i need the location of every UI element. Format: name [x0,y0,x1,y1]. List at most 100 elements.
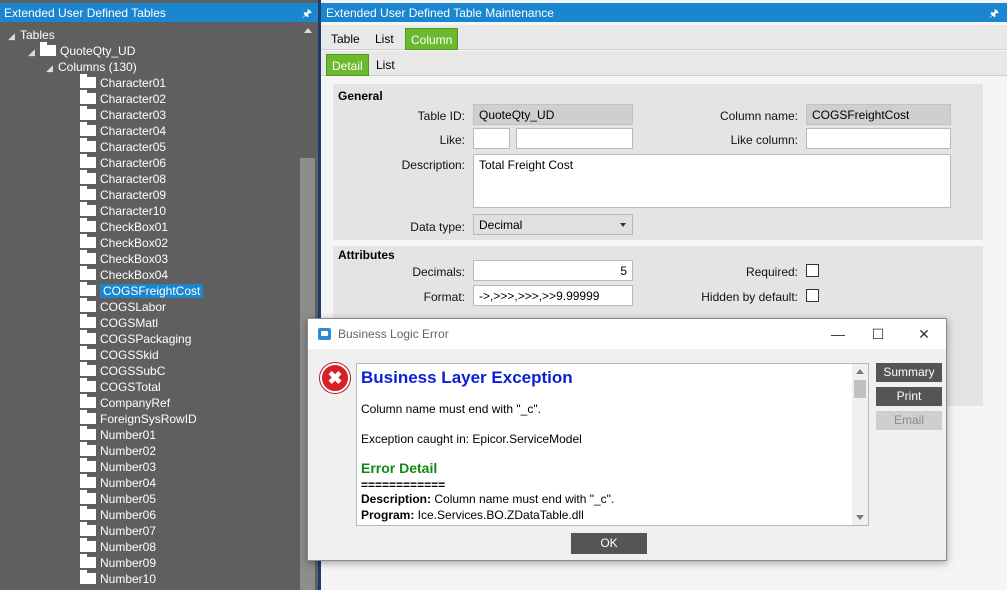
tree-item-column[interactable]: COGSTotal [80,378,161,395]
folder-icon [80,522,96,536]
tree-item-column[interactable]: Character05 [80,138,166,155]
tree-item-column[interactable]: Number03 [80,458,157,475]
tree-item-column[interactable]: Number09 [80,554,156,571]
error-program-label: Program: [361,508,415,522]
tree-item-label: Number03 [100,460,157,474]
table-id-field[interactable]: QuoteQty_UD [473,104,633,125]
tree-item-column[interactable]: CheckBox04 [80,266,168,283]
folder-icon [80,442,96,456]
tree-item-label: COGSLabor [100,300,167,314]
tab-list[interactable]: List [370,28,399,50]
tree-item-column[interactable]: Number10 [80,570,157,587]
tables-tree[interactable]: ◢ Tables ◢ QuoteQty_UD ◢ Columns (130) Charact… [0,22,318,590]
tree-item-column[interactable]: Number08 [80,538,157,555]
tree-item-label: Number04 [100,476,157,490]
email-button[interactable]: Email [876,411,942,430]
tree-item-label: Character09 [100,188,167,202]
ok-button[interactable]: OK [571,533,647,554]
exception-message: Column name must end with "_c". [361,402,541,416]
tab-column[interactable]: Column [405,28,459,50]
tree-item-column[interactable]: COGSMatl [80,314,158,331]
tree-item-column[interactable]: Character06 [80,154,166,171]
folder-icon [80,554,96,568]
tree-item-column[interactable]: COGSFreightCost [80,282,204,299]
tree-item-column[interactable]: Character02 [80,90,167,107]
tree-item-column[interactable]: ForeignSysRowID [80,410,197,427]
tree-item-column[interactable]: Number04 [80,474,157,491]
print-button[interactable]: Print [876,387,942,406]
like-field[interactable] [473,128,510,149]
tree-item-column[interactable]: Character01 [80,74,166,91]
tree-item-column[interactable]: COGSPackaging [80,330,191,347]
scroll-up-icon[interactable] [304,28,312,33]
tree-item-label: COGSSkid [100,348,159,362]
tree-item-label: Character10 [100,204,167,218]
tree-item-column[interactable]: Number05 [80,490,156,507]
tree-item-label: Character02 [100,92,167,106]
folder-icon [80,282,96,296]
tree-item-label: Number08 [100,540,157,554]
tree-item-column[interactable]: COGSSubC [80,362,165,379]
dialog-titlebar[interactable]: Business Logic Error — ☐ ✕ [308,319,946,349]
tree-item-column[interactable]: Character09 [80,186,167,203]
decimals-field[interactable]: 5 [473,260,633,281]
tree-item-label: COGSFreightCost [100,284,204,298]
tree-item-column[interactable]: Character08 [80,170,166,187]
maximize-icon[interactable]: ☐ [868,325,888,343]
folder-icon [40,42,56,56]
tree-item-column[interactable]: Number06 [80,506,156,523]
summary-button[interactable]: Summary [876,363,942,382]
tree-item-column[interactable]: Character04 [80,122,166,139]
tree-item-column[interactable]: Number07 [80,522,156,539]
scroll-up-icon[interactable] [856,369,864,374]
required-checkbox[interactable] [806,264,819,277]
folder-icon [80,234,96,248]
pin-icon[interactable]: 🖈 [989,5,999,24]
tree-item-column[interactable]: Number01 [80,426,156,443]
folder-icon [80,250,96,264]
expand-caret-icon[interactable]: ◢ [28,44,40,60]
tree-node-tables[interactable]: ◢ Tables [8,27,55,43]
hidden-by-default-checkbox[interactable] [806,289,819,302]
subtab-detail[interactable]: Detail [326,54,369,76]
tables-panel-title: Extended User Defined Tables 🖈 [0,3,318,22]
tree-item-column[interactable]: CheckBox03 [80,250,168,267]
expand-caret-icon[interactable]: ◢ [8,28,20,44]
error-description-line: Description: Column name must end with "… [361,492,614,506]
table-id-label: Table ID: [417,109,465,123]
folder-icon [80,122,96,136]
close-icon[interactable]: ✕ [914,325,934,343]
tree-item-column[interactable]: CheckBox02 [80,234,168,251]
tree-item-label: CompanyRef [100,396,171,410]
tree-item-column[interactable]: Character03 [80,106,166,123]
tree-node-columns[interactable]: ◢ Columns (130) [46,59,137,75]
like-description-field[interactable] [516,128,633,149]
tree-item-label: Number10 [100,572,157,586]
maintenance-panel-title-text: Extended User Defined Table Maintenance [326,6,554,20]
tree-item-column[interactable]: Number02 [80,442,156,459]
data-type-select[interactable]: Decimal [473,214,633,235]
minimize-icon[interactable]: — [828,325,848,343]
message-scrollbar[interactable] [852,364,868,525]
folder-icon [80,138,96,152]
tree-item-column[interactable]: COGSLabor [80,298,167,315]
tree-item-column[interactable]: CompanyRef [80,394,171,411]
folder-icon [80,154,96,168]
tree-item-column[interactable]: Character10 [80,202,167,219]
like-column-field[interactable] [806,128,951,149]
error-message-box[interactable]: Business Layer Exception Column name mus… [356,363,869,526]
tab-table[interactable]: Table [326,28,365,50]
error-program-value: Ice.Services.BO.ZDataTable.dll [414,508,584,522]
description-field[interactable]: Total Freight Cost [473,154,951,208]
folder-icon [80,570,96,584]
tree-item-column[interactable]: CheckBox01 [80,218,168,235]
scroll-thumb[interactable] [854,380,866,398]
column-name-field[interactable]: COGSFreightCost [806,104,951,125]
subtab-list[interactable]: List [371,54,400,76]
tree-node-table[interactable]: ◢ QuoteQty_UD [28,42,135,60]
tree-item-column[interactable]: COGSSkid [80,346,159,363]
format-field[interactable]: ->,>>>,>>>,>>9.99999 [473,285,633,306]
scroll-down-icon[interactable] [856,515,864,520]
expand-caret-icon[interactable]: ◢ [46,60,58,76]
top-tabbar: Table List Column [321,25,1007,50]
